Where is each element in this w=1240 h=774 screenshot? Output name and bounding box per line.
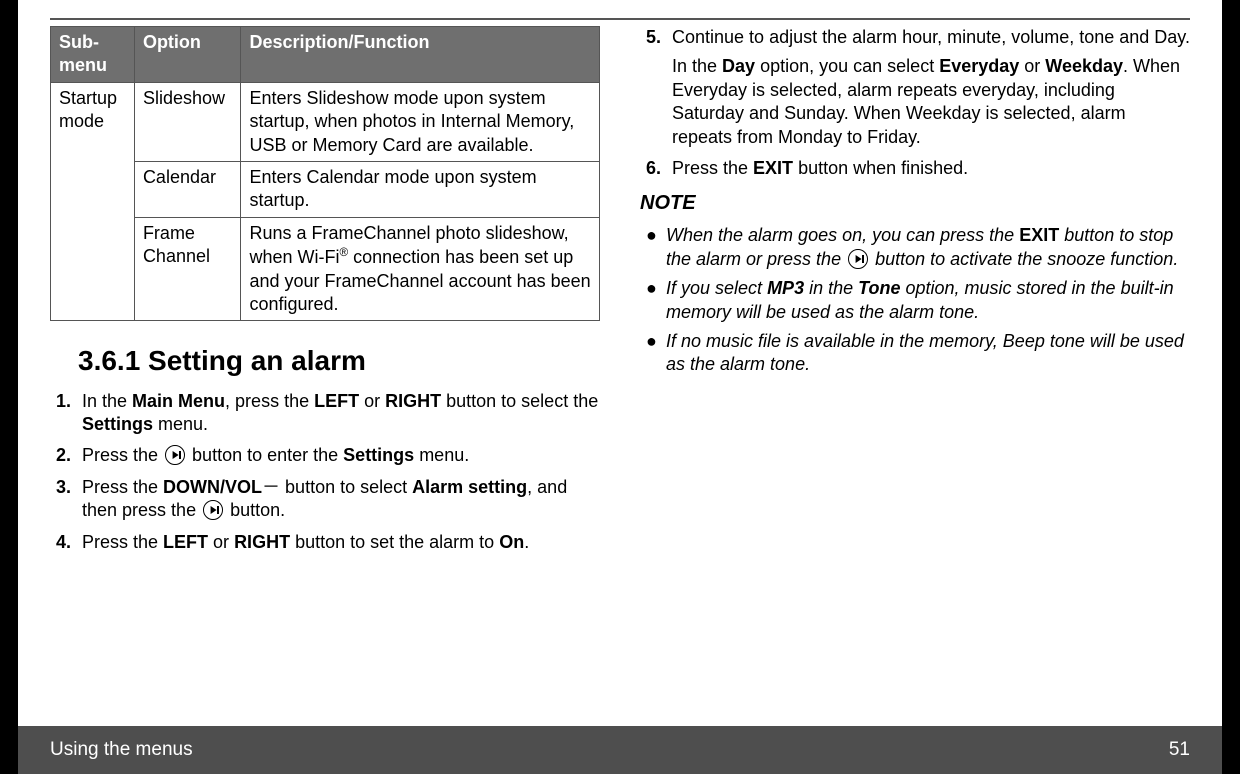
table-header-row: Sub-menu Option Description/Function xyxy=(51,27,600,83)
notes-list: ● When the alarm goes on, you can press … xyxy=(640,224,1190,376)
cell-desc: Enters Calendar mode upon system startup… xyxy=(241,161,600,217)
step-1: 1. In the Main Menu, press the LEFT or R… xyxy=(50,390,600,437)
steps-list-left: 1. In the Main Menu, press the LEFT or R… xyxy=(50,390,600,554)
note-3: ● If no music file is available in the m… xyxy=(640,330,1190,377)
bullet-icon: ● xyxy=(640,277,666,324)
step-3: 3. Press the DOWN/VOL－ button to select … xyxy=(50,476,600,523)
note-1: ● When the alarm goes on, you can press … xyxy=(640,224,1190,271)
left-column: Sub-menu Option Description/Function Sta… xyxy=(50,26,600,562)
col-submenu: Sub-menu xyxy=(51,27,135,83)
table-row: Startup mode Slideshow Enters Slideshow … xyxy=(51,82,600,161)
cell-option: Slideshow xyxy=(134,82,241,161)
startup-mode-table: Sub-menu Option Description/Function Sta… xyxy=(50,26,600,321)
cell-desc: Runs a FrameChannel photo slideshow, whe… xyxy=(241,217,600,321)
right-column: 5. Continue to adjust the alarm hour, mi… xyxy=(640,26,1190,562)
note-2: ● If you select MP3 in the Tone option, … xyxy=(640,277,1190,324)
step-5: 5. Continue to adjust the alarm hour, mi… xyxy=(640,26,1190,149)
steps-list-right: 5. Continue to adjust the alarm hour, mi… xyxy=(640,26,1190,180)
section-heading: 3.6.1 Setting an alarm xyxy=(78,343,600,379)
step-2: 2. Press the button to enter the Setting… xyxy=(50,444,600,467)
play-pause-icon xyxy=(848,249,868,269)
step-4: 4. Press the LEFT or RIGHT button to set… xyxy=(50,531,600,554)
page-content: Sub-menu Option Description/Function Sta… xyxy=(18,0,1222,726)
top-rule xyxy=(50,18,1190,20)
step-5-para2: In the Day option, you can select Everyd… xyxy=(672,55,1190,149)
note-heading: NOTE xyxy=(640,190,1190,216)
bullet-icon: ● xyxy=(640,224,666,271)
cell-option: Frame Channel xyxy=(134,217,241,321)
manual-page: Sub-menu Option Description/Function Sta… xyxy=(0,0,1240,774)
play-pause-icon xyxy=(203,500,223,520)
registered-mark: ® xyxy=(339,246,348,259)
col-option: Option xyxy=(134,27,241,83)
cell-submenu: Startup mode xyxy=(51,82,135,321)
step-5-para1: Continue to adjust the alarm hour, minut… xyxy=(672,27,1190,47)
page-number: 51 xyxy=(1169,739,1190,761)
play-pause-icon xyxy=(165,445,185,465)
two-column-layout: Sub-menu Option Description/Function Sta… xyxy=(50,26,1190,562)
cell-desc: Enters Slideshow mode upon system startu… xyxy=(241,82,600,161)
bullet-icon: ● xyxy=(640,330,666,377)
footer-title: Using the menus xyxy=(50,739,193,761)
step-6: 6. Press the EXIT button when finished. xyxy=(640,157,1190,180)
cell-option: Calendar xyxy=(134,161,241,217)
page-footer: Using the menus 51 xyxy=(18,726,1222,774)
col-description: Description/Function xyxy=(241,27,600,83)
